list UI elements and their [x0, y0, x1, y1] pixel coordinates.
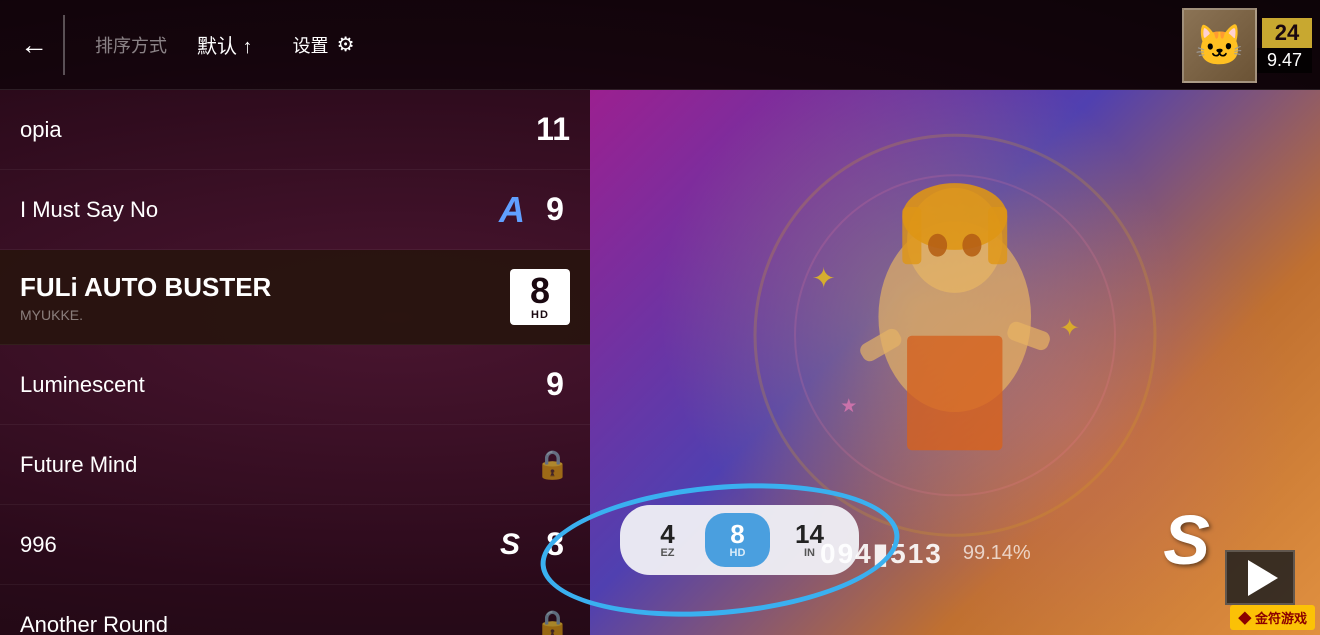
rank-display: S — [1163, 500, 1210, 580]
song-title: Luminescent — [20, 372, 525, 398]
gear-icon: ⚙ — [337, 32, 355, 57]
list-item[interactable]: 996 S 8 — [0, 505, 590, 585]
styled-number: S — [500, 528, 520, 562]
list-item[interactable]: I Must Say No A 9 — [0, 170, 590, 250]
diff-hd-label: HD — [730, 547, 746, 559]
avatar: 🐱 — [1182, 8, 1257, 83]
watermark: ◆ 金符游戏 — [1230, 605, 1315, 630]
diff-in-label: IN — [804, 547, 815, 559]
user-profile: 🐱 24 9.47 — [1182, 8, 1312, 83]
diff-number: 8 — [530, 273, 550, 309]
svg-text:★: ★ — [841, 396, 858, 417]
svg-text:✦: ✦ — [1060, 314, 1080, 341]
difficulty-hd-button[interactable]: 8 HD — [705, 513, 770, 567]
diff-label: HD — [531, 309, 549, 321]
sort-value[interactable]: 默认 ↑ — [197, 30, 253, 59]
list-item[interactable]: Luminescent 9 — [0, 345, 590, 425]
list-item[interactable]: opia 11 — [0, 90, 590, 170]
song-level: 9 — [540, 366, 570, 403]
lock-icon: 🔒 — [535, 448, 570, 481]
song-level: 9 — [540, 191, 570, 228]
song-level: 11 — [536, 111, 570, 148]
list-item-active[interactable]: FULi AUTO BUSTER MYUKKE. 8 HD — [0, 250, 590, 345]
song-level: 8 — [540, 526, 570, 563]
play-button[interactable] — [1225, 550, 1295, 605]
song-list: opia 11 I Must Say No A 9 FULi AUTO BUST… — [0, 90, 590, 635]
svg-text:✦: ✦ — [812, 263, 836, 295]
user-info: 24 9.47 — [1257, 18, 1312, 73]
level-badge: 24 — [1262, 18, 1312, 48]
song-title: Another Round — [20, 612, 525, 635]
score-number: 094▮513 — [820, 537, 943, 570]
grade-badge: A — [499, 189, 525, 231]
difficulty-ez-button[interactable]: 4 EZ — [635, 513, 700, 567]
diff-ez-num: 4 — [660, 521, 674, 547]
sort-section: 排序方式 默认 ↑ — [95, 30, 253, 59]
diff-ez-label: EZ — [660, 547, 674, 559]
score-percentage: 99.14% — [963, 542, 1031, 565]
song-title: opia — [20, 117, 521, 143]
divider — [63, 15, 65, 75]
list-item[interactable]: Future Mind 🔒 — [0, 425, 590, 505]
rating: 9.47 — [1257, 48, 1312, 73]
sort-label: 排序方式 — [95, 32, 167, 58]
back-button[interactable]: ← — [20, 29, 48, 61]
song-subtitle: MYUKKE. — [20, 307, 510, 323]
play-icon — [1248, 560, 1278, 596]
score-display: 094▮513 99.14% — [820, 537, 1031, 570]
song-title: 996 — [20, 532, 490, 558]
anime-figure: ✦ ✦ ★ — [627, 145, 1284, 527]
settings-label: 设置 — [293, 32, 329, 58]
top-bar: ← 排序方式 默认 ↑ 设置 ⚙ — [0, 0, 1320, 90]
diff-hd-num: 8 — [730, 521, 744, 547]
song-title-active: FULi AUTO BUSTER — [20, 272, 510, 303]
character-svg: ✦ ✦ ★ — [764, 145, 1146, 527]
settings-button[interactable]: 设置 ⚙ — [293, 32, 355, 58]
lock-icon: 🔒 — [535, 608, 570, 635]
list-item[interactable]: Another Round 🔒 — [0, 585, 590, 635]
song-title: Future Mind — [20, 452, 525, 478]
difficulty-badge: 8 HD — [510, 269, 570, 325]
song-title: I Must Say No — [20, 197, 489, 223]
